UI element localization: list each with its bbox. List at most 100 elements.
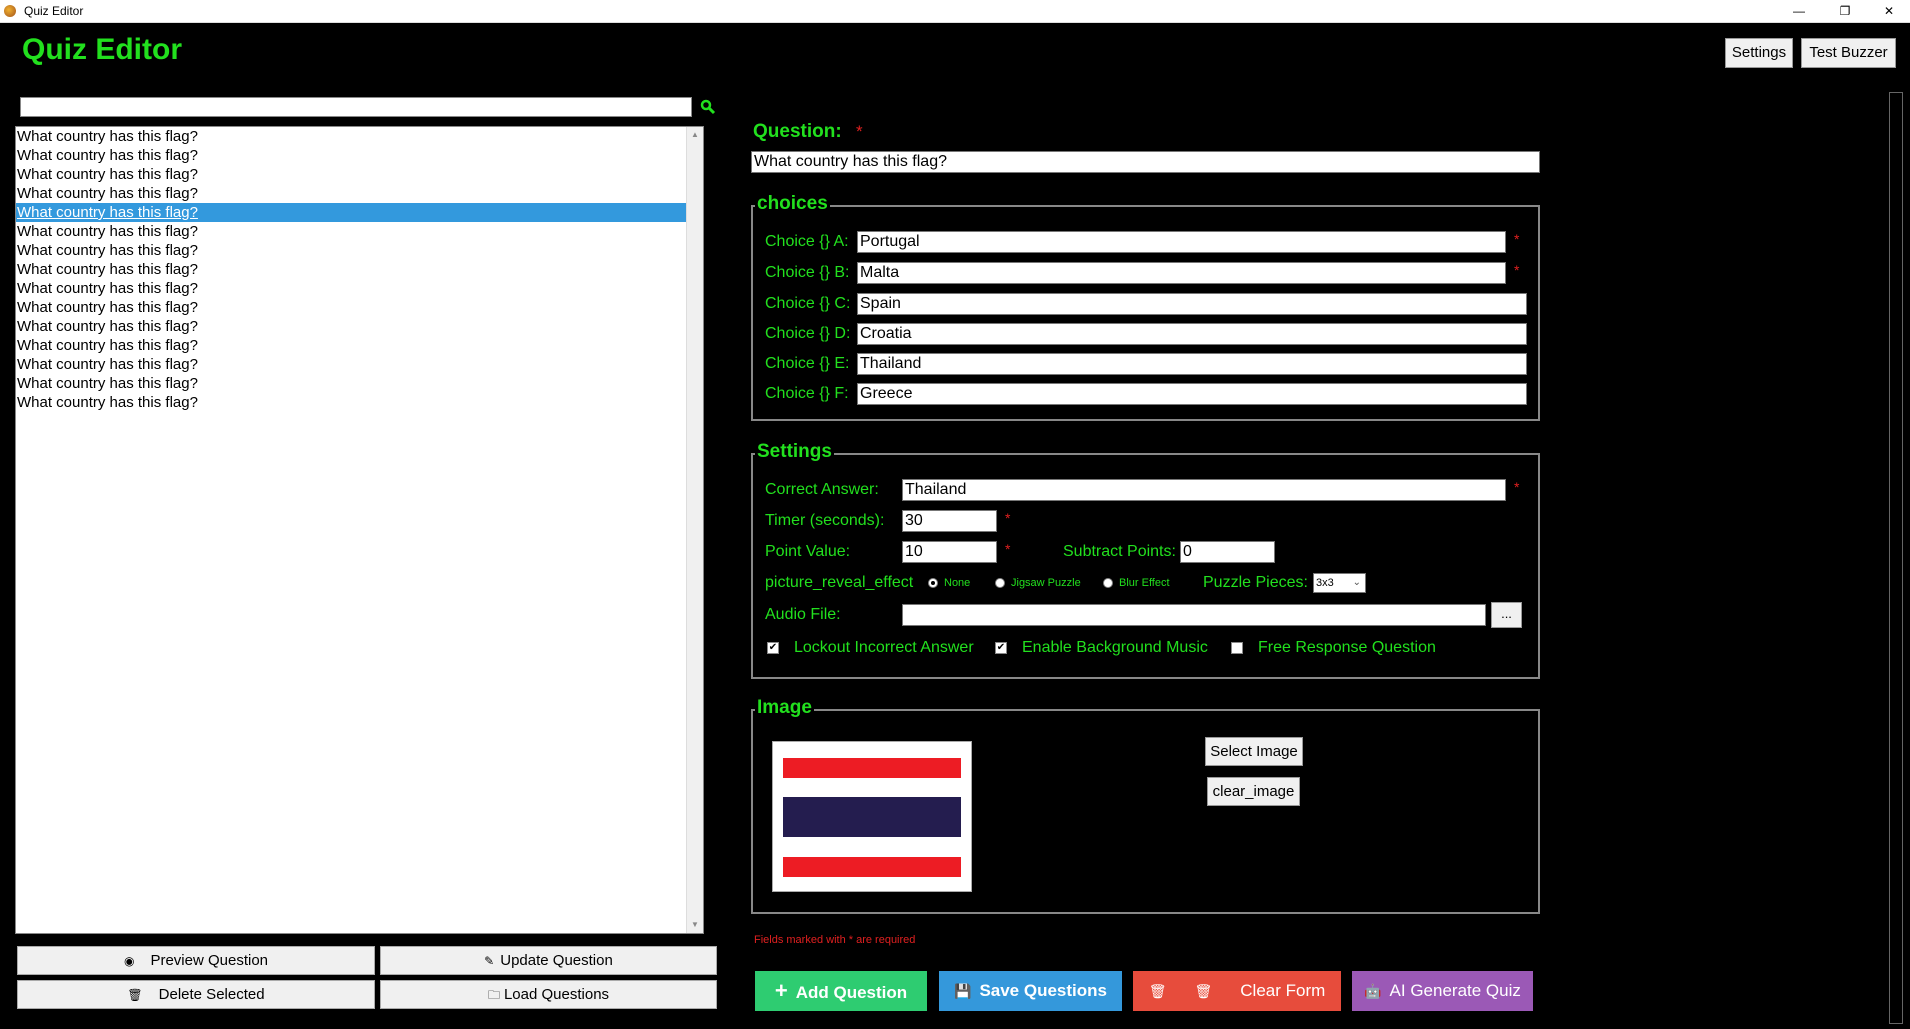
flag-stripe: [783, 758, 961, 778]
reveal-jigsaw-radio[interactable]: Jigsaw Puzzle: [995, 577, 1081, 589]
search-input[interactable]: [20, 97, 692, 117]
window-titlebar: Quiz Editor — ❐ ✕: [0, 0, 1910, 23]
load-questions-button[interactable]: 🗀 Load Questions: [380, 980, 717, 1009]
save-questions-button[interactable]: 💾 Save Questions: [939, 971, 1122, 1011]
list-scrollbar[interactable]: ▲ ▼: [686, 127, 703, 933]
restore-button[interactable]: ❐: [1822, 0, 1868, 22]
select-image-button[interactable]: Select Image: [1205, 737, 1303, 766]
search-icon[interactable]: [700, 99, 716, 115]
timer-input[interactable]: 30: [902, 510, 997, 532]
list-item[interactable]: What country has this flag?: [16, 298, 703, 317]
free-response-label: Free Response Question: [1258, 639, 1436, 656]
settings-button[interactable]: Settings: [1725, 38, 1793, 68]
app-icon: [4, 5, 16, 17]
radio-selected-icon: [928, 578, 938, 589]
list-item[interactable]: What country has this flag?: [16, 260, 703, 279]
lockout-checkbox[interactable]: ✔ Lockout Incorrect Answer: [767, 639, 974, 657]
point-value-input[interactable]: 10: [902, 541, 997, 563]
scroll-up-icon[interactable]: ▲: [687, 127, 703, 143]
checkbox-checked-icon: ✔: [995, 641, 1007, 654]
list-item[interactable]: What country has this flag?: [16, 184, 703, 203]
choices-title: choices: [755, 193, 830, 215]
picture-reveal-label: picture_reveal_effect: [765, 574, 914, 591]
list-item[interactable]: What country has this flag?: [16, 222, 703, 241]
clear-form-button[interactable]: 🗑 🗑 Clear Form: [1133, 971, 1341, 1011]
flag-stripe: [783, 797, 961, 837]
audio-file-label: Audio File:: [765, 606, 841, 623]
browse-audio-button[interactable]: ...: [1491, 602, 1522, 628]
correct-answer-required-mark: *: [1514, 479, 1520, 495]
clear-image-button[interactable]: clear_image: [1207, 777, 1300, 806]
flag-stripe: [783, 837, 961, 857]
list-item[interactable]: What country has this flag?: [16, 203, 701, 222]
choice-input[interactable]: Spain: [857, 293, 1527, 315]
point-value-label: Point Value:: [765, 543, 851, 560]
choice-input[interactable]: Portugal: [857, 231, 1506, 253]
choice-label: Choice {} F:: [765, 385, 849, 402]
save-icon: 💾: [954, 983, 972, 999]
subtract-points-input[interactable]: 0: [1180, 541, 1275, 563]
flag-stripe: [783, 778, 961, 797]
scroll-down-icon[interactable]: ▼: [687, 917, 703, 933]
list-item[interactable]: What country has this flag?: [16, 317, 703, 336]
point-value-required-mark: *: [1005, 541, 1011, 557]
list-item[interactable]: What country has this flag?: [16, 374, 703, 393]
choice-input[interactable]: Malta: [857, 262, 1506, 284]
choice-label: Choice {} C:: [765, 295, 851, 312]
choice-label: Choice {} E:: [765, 355, 850, 372]
ai-generate-quiz-button[interactable]: 🤖 AI Generate Quiz: [1352, 971, 1533, 1011]
bg-music-checkbox[interactable]: ✔ Enable Background Music: [995, 639, 1208, 657]
load-questions-label: Load Questions: [503, 986, 610, 1003]
choice-input[interactable]: Croatia: [857, 323, 1527, 345]
question-list[interactable]: What country has this flag? What country …: [15, 126, 704, 934]
question-required-mark: *: [856, 122, 863, 141]
reveal-blur-radio[interactable]: Blur Effect: [1103, 577, 1170, 589]
timer-required-mark: *: [1005, 510, 1011, 526]
choice-input[interactable]: Thailand: [857, 353, 1527, 375]
checkbox-unchecked-icon: [1231, 641, 1243, 654]
folder-icon: 🗀: [487, 988, 500, 1002]
preview-question-button[interactable]: ◉ Preview Question: [17, 946, 375, 975]
ai-generate-quiz-label: AI Generate Quiz: [1389, 981, 1521, 1000]
list-item[interactable]: What country has this flag?: [16, 127, 703, 146]
bg-music-label: Enable Background Music: [1022, 639, 1208, 656]
preview-question-label: Preview Question: [150, 952, 269, 969]
list-item[interactable]: What country has this flag?: [16, 241, 703, 260]
settings-title: Settings: [755, 441, 834, 463]
lockout-label: Lockout Incorrect Answer: [794, 639, 974, 656]
close-button[interactable]: ✕: [1866, 0, 1910, 22]
question-label: Question:: [753, 121, 842, 142]
list-item[interactable]: What country has this flag?: [16, 393, 703, 412]
list-item[interactable]: What country has this flag?: [16, 146, 703, 165]
test-buzzer-button[interactable]: Test Buzzer: [1801, 38, 1896, 68]
puzzle-pieces-select[interactable]: 3x3 ⌄: [1313, 573, 1366, 593]
radio-unselected-icon: [995, 578, 1005, 589]
save-questions-label: Save Questions: [979, 981, 1107, 1000]
trash-icon: 🗑: [127, 988, 143, 1002]
list-item[interactable]: What country has this flag?: [16, 165, 703, 184]
update-question-label: Update Question: [500, 952, 613, 969]
list-item[interactable]: What country has this flag?: [16, 279, 703, 298]
audio-file-input[interactable]: [902, 604, 1486, 626]
free-response-checkbox[interactable]: Free Response Question: [1231, 639, 1436, 657]
image-preview: [772, 741, 972, 892]
reveal-blur-label: Blur Effect: [1119, 577, 1170, 589]
minimize-button[interactable]: —: [1776, 0, 1822, 22]
reveal-none-label: None: [944, 577, 971, 589]
correct-answer-input[interactable]: Thailand: [902, 479, 1506, 501]
update-question-button[interactable]: ✎ Update Question: [380, 946, 717, 975]
robot-icon: 🤖: [1364, 983, 1382, 999]
add-question-button[interactable]: + Add Question: [755, 971, 927, 1011]
list-item[interactable]: What country has this flag?: [16, 336, 703, 355]
main-scrollbar[interactable]: [1889, 92, 1903, 1024]
trash-icon: 🗑: [1194, 983, 1213, 999]
delete-selected-button[interactable]: 🗑 Delete Selected: [17, 980, 375, 1009]
list-item[interactable]: What country has this flag?: [16, 355, 703, 374]
page-title: Quiz Editor: [22, 33, 182, 66]
flag-stripe: [783, 857, 961, 877]
chevron-down-icon: ⌄: [1352, 577, 1361, 588]
reveal-none-radio[interactable]: None: [928, 577, 970, 589]
question-input[interactable]: What country has this flag?: [751, 151, 1540, 173]
required-note: Fields marked with * are required: [754, 934, 916, 946]
choice-input[interactable]: Greece: [857, 383, 1527, 405]
